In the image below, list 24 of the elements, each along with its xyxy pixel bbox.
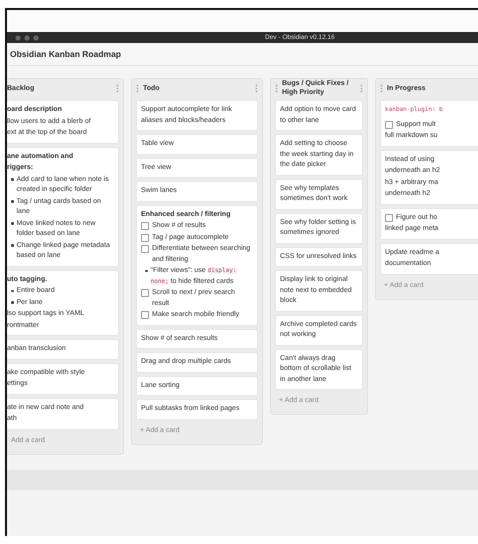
- checkbox[interactable]: [141, 222, 149, 230]
- menu-icon[interactable]: [360, 84, 363, 92]
- bullet-icon: [11, 200, 14, 202]
- bullet-icon: [11, 290, 14, 292]
- kanban-card[interactable]: [7, 146, 119, 266]
- checkbox[interactable]: [141, 311, 149, 319]
- menu-icon[interactable]: [255, 84, 258, 92]
- bullet-icon: [11, 244, 14, 246]
- bullet-icon: [11, 301, 14, 304]
- checkbox[interactable]: [141, 289, 149, 297]
- window-controls-icon[interactable]: [15, 34, 41, 40]
- checkbox[interactable]: [141, 245, 149, 253]
- kanban-card[interactable]: [136, 204, 258, 326]
- drag-handle-icon[interactable]: [136, 84, 139, 92]
- drag-handle-icon[interactable]: [275, 84, 278, 92]
- checkbox[interactable]: [385, 120, 393, 128]
- menu-icon[interactable]: [116, 84, 119, 92]
- checkbox[interactable]: [385, 214, 393, 222]
- bullet-icon: [145, 270, 148, 272]
- board-title: Obsidian Kanban Roadmap: [10, 49, 121, 59]
- bullet-icon: [11, 178, 14, 180]
- bullet-icon: [11, 222, 14, 224]
- checkbox[interactable]: [141, 234, 149, 242]
- drag-handle-icon[interactable]: [380, 84, 383, 92]
